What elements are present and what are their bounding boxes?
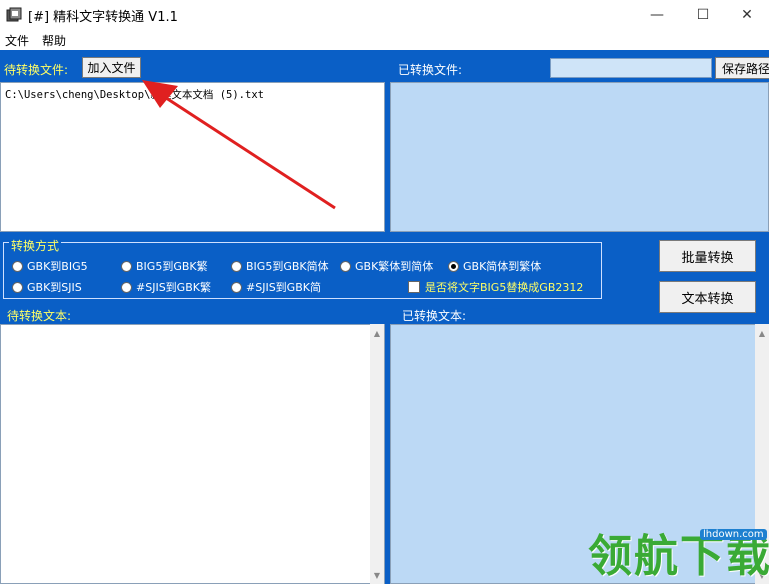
save-path-input[interactable] bbox=[550, 58, 712, 78]
radio-circle bbox=[12, 260, 23, 272]
convert-mode-legend: 转换方式 bbox=[9, 237, 62, 254]
pending-files-label: 待转换文件: bbox=[4, 63, 69, 77]
radio-circle bbox=[340, 260, 351, 272]
radio-gbk-traditional-to-simplified[interactable]: GBK繁体到简体 bbox=[340, 258, 433, 274]
scroll-up-icon[interactable]: ▲ bbox=[370, 326, 384, 340]
radio-circle bbox=[121, 281, 132, 293]
close-button[interactable]: ✕ bbox=[724, 0, 769, 30]
watermark-url: lhdown.com bbox=[700, 529, 767, 540]
checkbox-label: 是否将文字BIG5替换成GB2312 bbox=[425, 281, 584, 294]
radio-label: GBK到BIG5 bbox=[27, 260, 88, 273]
radio-circle-selected bbox=[448, 260, 459, 272]
menu-item-help[interactable]: 帮助 bbox=[42, 32, 66, 49]
radio-gbk-to-big5[interactable]: GBK到BIG5 bbox=[12, 258, 88, 274]
radio-label: BIG5到GBK繁 bbox=[136, 260, 208, 273]
pending-text-area[interactable] bbox=[0, 324, 385, 584]
radio-label: #SJIS到GBK简 bbox=[246, 281, 321, 294]
radio-sjis-to-gbk-traditional[interactable]: #SJIS到GBK繁 bbox=[121, 279, 211, 295]
annotation-arrow-icon bbox=[142, 80, 336, 210]
radio-label: #SJIS到GBK繁 bbox=[136, 281, 211, 294]
minimize-button[interactable]: — bbox=[634, 0, 680, 30]
save-path-button[interactable]: 保存路径 bbox=[715, 57, 769, 79]
menu-bar: 文件 帮助 bbox=[0, 30, 769, 50]
converted-files-label: 已转换文件: bbox=[398, 63, 463, 77]
app-icon bbox=[6, 7, 22, 22]
radio-big5-to-gbk-traditional[interactable]: BIG5到GBK繁 bbox=[121, 258, 208, 274]
pending-text-label: 待转换文本: bbox=[7, 309, 72, 323]
batch-convert-button[interactable]: 批量转换 bbox=[659, 240, 756, 272]
radio-gbk-simplified-to-traditional[interactable]: GBK简体到繁体 bbox=[448, 258, 541, 274]
radio-sjis-to-gbk-simplified[interactable]: #SJIS到GBK简 bbox=[231, 279, 321, 295]
big5-replace-checkbox[interactable]: 是否将文字BIG5替换成GB2312 bbox=[408, 279, 583, 295]
scroll-down-icon[interactable]: ▼ bbox=[370, 568, 384, 582]
radio-circle bbox=[231, 281, 242, 293]
radio-circle bbox=[121, 260, 132, 272]
converted-files-list[interactable] bbox=[390, 82, 769, 232]
radio-big5-to-gbk-simplified[interactable]: BIG5到GBK简体 bbox=[231, 258, 329, 274]
menu-item-file[interactable]: 文件 bbox=[5, 32, 29, 49]
window-title: [#] 精科文字转换通 V1.1 bbox=[28, 10, 178, 25]
radio-label: BIG5到GBK简体 bbox=[246, 260, 329, 273]
scroll-up-icon[interactable]: ▲ bbox=[755, 326, 769, 340]
radio-label: GBK简体到繁体 bbox=[463, 260, 542, 273]
title-bar: [#] 精科文字转换通 V1.1 — ☐ ✕ bbox=[0, 0, 769, 30]
text-convert-button[interactable]: 文本转换 bbox=[659, 281, 756, 313]
radio-gbk-to-sjis[interactable]: GBK到SJIS bbox=[12, 279, 82, 295]
pending-text-scrollbar[interactable]: ▲ ▼ bbox=[370, 324, 384, 584]
radio-circle bbox=[12, 281, 23, 293]
checkbox-box bbox=[408, 281, 420, 293]
radio-label: GBK到SJIS bbox=[27, 281, 82, 294]
maximize-button[interactable]: ☐ bbox=[680, 0, 726, 30]
radio-label: GBK繁体到简体 bbox=[355, 260, 434, 273]
radio-circle bbox=[231, 260, 242, 272]
converted-text-label: 已转换文本: bbox=[402, 309, 467, 323]
